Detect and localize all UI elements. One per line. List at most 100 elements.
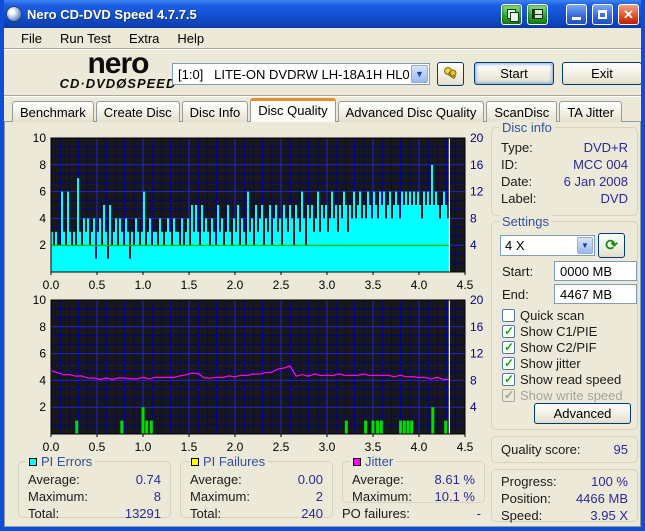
checkbox-icon[interactable] — [502, 372, 515, 386]
jitter-stats-title: Jitter — [365, 454, 394, 469]
minimize-icon[interactable] — [566, 3, 587, 25]
stat-row-maximum-: Maximum: 2 — [181, 488, 332, 505]
tab-benchmark[interactable]: Benchmark — [12, 101, 94, 122]
checkbox-show-write-speed: Show write speed — [502, 388, 623, 403]
svg-text:6: 6 — [39, 347, 46, 361]
start-button[interactable]: Start — [474, 62, 554, 85]
checkbox-show-jitter[interactable]: Show jitter — [502, 356, 581, 371]
checkbox-icon[interactable] — [502, 340, 515, 354]
stat-row-average-: Average: 8.61 % — [343, 471, 484, 488]
save-icon[interactable] — [527, 3, 548, 25]
checkbox-label: Show C2/PIF — [520, 340, 597, 355]
svg-text:2.0: 2.0 — [227, 278, 244, 290]
checkbox-show-read-speed[interactable]: Show read speed — [502, 372, 621, 387]
settings-title: Settings — [499, 214, 552, 229]
tab-ta-jitter[interactable]: TA Jitter — [559, 101, 623, 122]
tab-advanced-disc-quality[interactable]: Advanced Disc Quality — [337, 101, 485, 122]
row-value: 13291 — [124, 506, 161, 521]
row-value: 0.74 — [135, 472, 161, 487]
start-field[interactable]: 0000 MB — [554, 261, 637, 281]
pi-errors-stats-group: PI Errors Average: 0.74 Maximum: 8 Total: 132… — [18, 454, 171, 521]
svg-text:0.5: 0.5 — [89, 278, 106, 290]
row-label: Speed: — [501, 508, 543, 523]
drive-select[interactable]: [1:0] LITE-ON DVDRW LH-18A1H HL09 ▼ — [172, 63, 430, 85]
stat-row-position-: Position: 4466 MB — [492, 490, 637, 507]
menu-item-run-test[interactable]: Run Test — [51, 29, 120, 48]
checkbox-show-c2-pif[interactable]: Show C2/PIF — [502, 340, 597, 355]
pi-errors-chart: 2 4 6 8 10 4 8 12 16 20 0.0 0.5 1.0 1.5 2.0 2.5 3.0 3.5 4.… — [33, 131, 484, 290]
stat-row-maximum-: Maximum: 10.1 % — [343, 488, 484, 505]
row-label: Position: — [501, 491, 551, 506]
menu-item-help[interactable]: Help — [168, 29, 213, 48]
settings-group: Settings 4 X ▼ ⟳ Start: 0000 MB End: 446… — [491, 214, 638, 430]
svg-text:1.0: 1.0 — [135, 440, 152, 452]
pi-failures-stats-group: PI Failures Average: 0.00 Maximum: 2 Total: 2… — [180, 454, 333, 521]
row-label: ID: — [501, 157, 518, 172]
row-label: Label: — [501, 191, 537, 206]
svg-text:1.0: 1.0 — [135, 278, 152, 290]
checkbox-show-c1-pie[interactable]: Show C1/PIE — [502, 324, 597, 339]
row-value: 8.61 % — [434, 472, 475, 487]
stat-row-speed-: Speed: 3.95 X — [492, 507, 637, 524]
checkbox-icon[interactable] — [502, 324, 515, 338]
row-value: 4466 MB — [575, 491, 628, 506]
checkbox-label: Show write speed — [520, 388, 623, 403]
svg-text:2.5: 2.5 — [273, 440, 290, 452]
svg-text:10: 10 — [33, 131, 47, 145]
row-label: Total: — [190, 506, 222, 521]
end-field[interactable]: 4467 MB — [554, 284, 637, 304]
row-label: Average: — [352, 472, 404, 487]
quality-score-label: Quality score: — [501, 442, 581, 457]
refresh-button[interactable]: ⟳ — [598, 233, 625, 258]
chevron-down-icon[interactable]: ▼ — [577, 237, 593, 254]
stat-row-total-: Total: 240 — [181, 505, 332, 522]
keys-icon — [443, 67, 456, 80]
row-value: 6 Jan 2008 — [563, 174, 628, 189]
checkbox-label: Show jitter — [520, 356, 581, 371]
chevron-down-icon[interactable]: ▼ — [411, 65, 428, 83]
row-value: 8 — [153, 489, 161, 504]
tab-create-disc[interactable]: Create Disc — [95, 101, 180, 122]
row-value: 0.00 — [297, 472, 323, 487]
copy-icon[interactable] — [501, 3, 522, 25]
titlebar: Nero CD-DVD Speed 4.7.7.5 ✕ — [4, 0, 641, 28]
svg-text:0.5: 0.5 — [89, 440, 106, 452]
checkbox-label: Show read speed — [520, 372, 622, 387]
scan-speed-select[interactable]: 4 X ▼ — [500, 235, 595, 256]
menu-item-extra[interactable]: Extra — [120, 29, 168, 48]
stat-row-average-: Average: 0.74 — [19, 471, 170, 488]
checkbox-icon[interactable] — [502, 309, 515, 322]
menu-item-file[interactable]: File — [12, 29, 51, 48]
close-icon[interactable]: ✕ — [618, 3, 639, 25]
row-label: Average: — [190, 472, 242, 487]
po-failures-label: PO failures: — [342, 506, 410, 521]
app-icon — [6, 6, 22, 22]
maximize-icon[interactable] — [592, 3, 613, 25]
tab-scandisc[interactable]: ScanDisc — [486, 101, 558, 122]
jitter-stats-group: Jitter Average: 8.61 % Maximum: 10.1 % — [342, 454, 485, 505]
quality-score-group: Quality score: 95 — [491, 436, 638, 463]
po-failures-row: PO failures: - — [342, 505, 485, 522]
tab-disc-info[interactable]: Disc Info — [181, 101, 249, 122]
disc-info-title: Disc info — [499, 120, 555, 135]
svg-text:2: 2 — [39, 400, 46, 414]
checkbox-icon[interactable] — [502, 356, 515, 370]
row-label: Progress: — [501, 474, 557, 489]
row-label: Date: — [501, 174, 533, 189]
exit-button[interactable]: Exit — [562, 62, 641, 85]
end-field-label: End: — [502, 287, 529, 302]
row-value: 240 — [301, 506, 323, 521]
row-label: Maximum: — [190, 489, 250, 504]
tab-disc-quality[interactable]: Disc Quality — [250, 98, 336, 122]
checkbox-quick-scan[interactable]: Quick scan — [502, 308, 584, 323]
drive-keys-button[interactable] — [437, 62, 464, 86]
svg-text:4: 4 — [470, 400, 477, 414]
jitter-pif-chart: 2 4 6 8 10 4 8 12 16 20 0.0 0.5 1.0 1.5 2.0 2.5 3.0 3.5 4.… — [33, 293, 484, 452]
app-window: Nero CD-DVD Speed 4.7.7.5 ✕ File Run Test… — [0, 0, 645, 531]
scan-speed-value: 4 X — [505, 238, 525, 253]
progress-group: Progress: 100 % Position: 4466 MB Speed: 3.95… — [491, 469, 638, 524]
stat-row-date-: Date: 6 Jan 2008 — [492, 173, 637, 190]
row-value: 2 — [315, 489, 323, 504]
stat-row-id-: ID: MCC 004 — [492, 156, 637, 173]
advanced-button[interactable]: Advanced — [534, 403, 631, 424]
